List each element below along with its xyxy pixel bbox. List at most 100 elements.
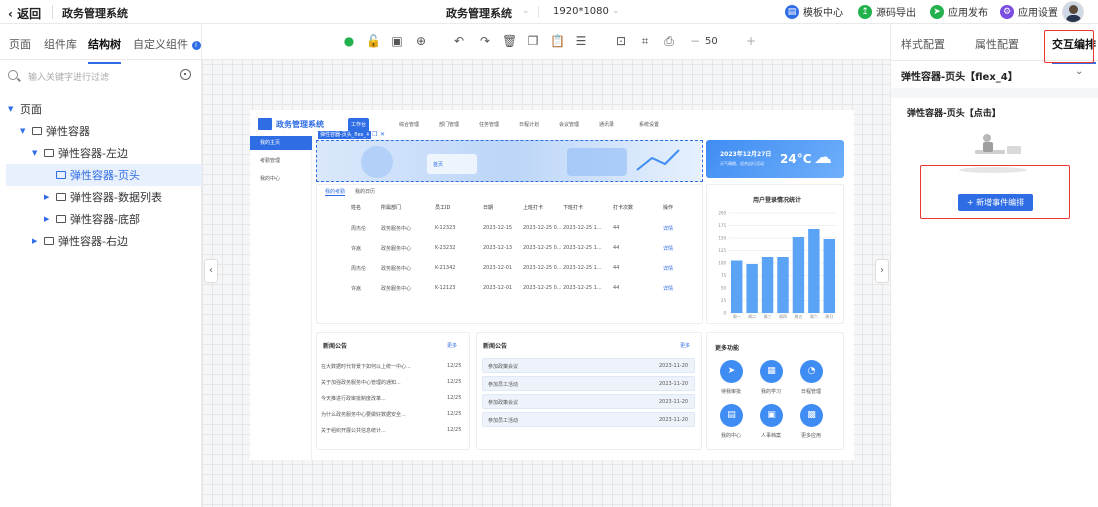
copy-icon[interactable]: ❐ [526,34,540,48]
nav-item[interactable]: 综合管理 [396,118,422,132]
target-icon[interactable]: ⊕ [414,34,428,48]
add-event-button[interactable]: + 新增事件编排 [958,194,1033,211]
tree-node-flex-datalist[interactable]: ▶ 弹性容器-数据列表 [44,186,198,208]
caret-right-icon[interactable]: ▶ [44,215,52,223]
code-export-button[interactable]: ↥ 源码导出 [858,4,916,19]
table-tab[interactable]: 我的考勤 [325,188,346,196]
notice-title: 新闻公告 [483,343,508,350]
preview-icon[interactable]: ⊡ [614,34,628,48]
delete-icon[interactable]: ✕ [380,131,385,138]
zoom-in-icon[interactable]: + [744,34,758,48]
nav-item[interactable]: 工作台 [348,118,370,132]
nav-item[interactable]: 系统设置 [636,118,662,132]
lock-icon[interactable]: 🔓 [366,34,381,48]
row-action-link[interactable]: 详情 [663,285,673,292]
send-icon[interactable]: ➤ [720,360,743,383]
news-date: 12/25 [447,411,462,417]
weather-card: 2023年12月27日 天气晴朗，适合出行活动 24°C ☁ [706,140,844,178]
avatar[interactable] [1062,1,1084,23]
tab-structure-tree[interactable]: 结构树 [88,36,121,64]
apps-icon[interactable]: ▩ [800,404,823,427]
row-action-link[interactable]: 详情 [663,225,673,232]
notice-more-link[interactable]: 更多 [680,342,690,349]
nav-item[interactable]: 会议管理 [556,118,582,132]
notice-item[interactable]: 参加员工活动 2023-11-20 [482,412,695,427]
nav-item[interactable]: 日程计划 [516,118,542,132]
scan-icon[interactable]: ⌗ [638,34,652,48]
nav-item[interactable]: 任务管理 [476,118,502,132]
notice-text: 参加政策会议 [488,400,519,406]
tab-components[interactable]: 组件库 [44,36,77,52]
tab-custom-components[interactable]: 自定义组件 i [133,36,201,52]
notice-item[interactable]: 参加政策会议 2023-11-20 [482,394,695,409]
table-header: 上班打卡 [523,205,544,211]
tab-property-config[interactable]: 属性配置 [975,36,1019,52]
zoom-out-icon[interactable]: − [688,34,702,48]
app-settings-button[interactable]: ⚙ 应用设置 [1000,4,1058,19]
row-action-link[interactable]: 详情 [663,245,673,252]
table-tab[interactable]: 我的日历 [355,188,375,195]
caret-down-icon[interactable]: ▼ [32,149,40,157]
nav-item[interactable]: 通讯录 [596,118,617,132]
tab-pages[interactable]: 页面 [9,36,31,52]
tree-node-flex-header[interactable]: 弹性容器-页头 [6,164,202,186]
app-sidebar: 我的主页 考勤管理 我的中心 [250,136,312,460]
news-date: 12/25 [447,379,462,385]
news-item[interactable]: 关于组织开展公共信息统计... [321,427,386,434]
news-item[interactable]: 今天推进行政审批制度改革... [321,395,386,402]
news-item[interactable]: 关于加强政务服务中心管理的通知... [321,379,401,386]
quick-action-label: 我的学习 [761,389,782,395]
chart-bar [761,257,774,313]
collapse-right-button[interactable]: › [875,259,889,283]
info-icon: i [191,41,201,50]
delete-icon[interactable]: 🗑 [502,34,517,48]
caret-down-icon[interactable]: ▼ [8,105,16,113]
chart-icon[interactable]: ◔ [800,360,823,383]
paste-icon[interactable]: 📋 [550,34,565,48]
template-center-button[interactable]: ▤ 模板中心 [785,4,843,19]
side-item[interactable]: 考勤管理 [250,154,312,168]
folder-icon[interactable]: ▣ [760,404,783,427]
copy-icon[interactable]: ❐ [372,131,377,138]
notice-item[interactable]: 参加政策会议 2023-11-20 [482,358,695,373]
tree-node-flex-right[interactable]: ▶ 弹性容器-右边 [32,230,198,252]
caret-right-icon[interactable]: ▶ [32,237,40,245]
up-arrow-icon[interactable]: ↑ [364,131,369,138]
search-input[interactable]: 输入关键字进行过滤 [28,70,109,83]
notice-item[interactable]: 参加员工活动 2023-11-20 [482,376,695,391]
collapse-left-button[interactable]: ‹ [204,259,218,283]
chevron-down-icon[interactable]: ⌄ [612,6,620,16]
tab-style-config[interactable]: 样式配置 [901,36,945,52]
news-item[interactable]: 为什么政务服务中心要做好数据安全... [321,411,406,418]
tree-node-page[interactable]: ▼ 页面 [8,98,198,120]
nav-item[interactable]: 部门管理 [436,118,462,132]
table-cell: 44 [613,265,620,271]
back-button[interactable]: ‹ 返回 [8,5,41,22]
doc-icon[interactable]: ▤ [720,404,743,427]
chevron-down-icon[interactable]: ⌄ [1075,66,1083,77]
caret-down-icon[interactable]: ▼ [20,127,28,135]
table-cell: 政务服务中心 [381,286,412,292]
resolution-selector[interactable]: 1920*1080 [553,6,609,17]
locate-icon[interactable] [180,69,191,80]
news-item[interactable]: 在大数据时代背景下如何以上统一中心... [321,363,411,370]
tree-node-flex-left[interactable]: ▼ 弹性容器-左边 [32,142,198,164]
news-more-link[interactable]: 更多 [447,342,457,349]
chevron-down-icon[interactable]: ⌄ [522,6,530,16]
caret-right-icon[interactable]: ▶ [44,193,52,201]
export-icon[interactable]: ⎙ [662,34,676,48]
check-icon[interactable]: ● [342,34,356,48]
undo-icon[interactable]: ↶ [452,34,466,48]
tree-node-flex-bottom[interactable]: ▶ 弹性容器-底部 [44,208,198,230]
row-action-link[interactable]: 详情 [663,265,673,272]
app-publish-button[interactable]: ➤ 应用发布 [930,4,988,19]
side-item[interactable]: 我的主页 [250,136,312,150]
redo-icon[interactable]: ↷ [478,34,492,48]
save-icon[interactable]: ▣ [390,34,404,48]
grid-icon[interactable]: ▦ [760,360,783,383]
align-icon[interactable]: ☰ [574,34,588,48]
tree-node-flex[interactable]: ▼ 弹性容器 [20,120,198,142]
table-cell: 44 [613,285,620,291]
side-item[interactable]: 我的中心 [250,172,312,186]
notice-date: 2023-11-20 [659,417,689,423]
